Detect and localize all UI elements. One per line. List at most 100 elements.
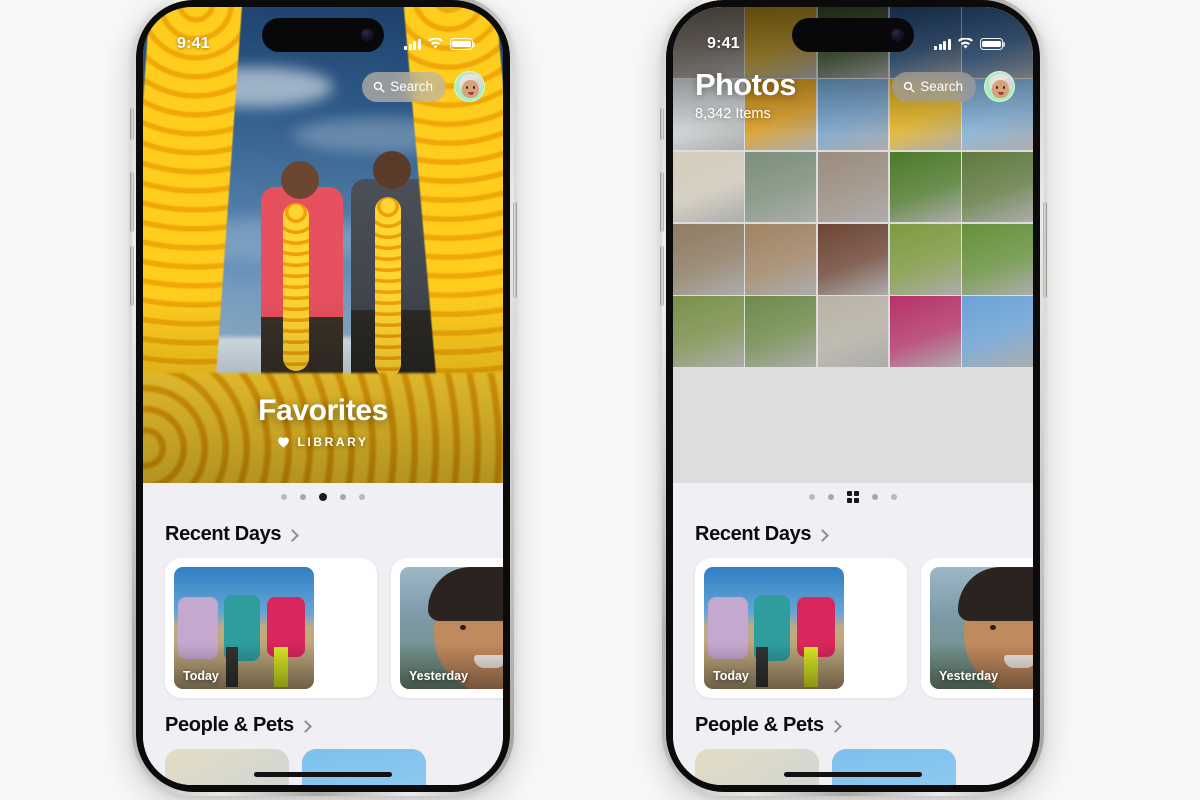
- page-dot[interactable]: [872, 494, 878, 500]
- page-dot-active-grid-icon[interactable]: [847, 491, 859, 503]
- volume-down-button[interactable]: [129, 246, 134, 306]
- section-header-recent-days[interactable]: Recent Days: [143, 511, 503, 546]
- page-dot[interactable]: [300, 494, 306, 500]
- page-dot[interactable]: [809, 494, 815, 500]
- card-strip-photo[interactable]: [319, 567, 368, 604]
- photo-grid-cell[interactable]: [745, 223, 817, 295]
- card-photo-strip[interactable]: [319, 567, 368, 689]
- photo-grid-cell[interactable]: [889, 151, 961, 223]
- hero-collection-label: LIBRARY: [143, 435, 503, 449]
- recent-days-carousel[interactable]: Today Yesterday: [143, 546, 503, 698]
- photo-grid-cell[interactable]: [745, 296, 817, 368]
- page-dot[interactable]: [359, 494, 365, 500]
- card-label: Yesterday: [409, 669, 469, 683]
- volume-up-button[interactable]: [659, 172, 664, 232]
- photo-grid-cell[interactable]: [673, 296, 744, 368]
- action-button[interactable]: [659, 108, 664, 140]
- page-dot-active[interactable]: [319, 493, 327, 501]
- section-header-people-pets[interactable]: People & Pets: [143, 698, 503, 737]
- avatar-face: [992, 80, 1009, 98]
- recent-day-card-today[interactable]: Today: [165, 558, 377, 698]
- photo-grid-cell[interactable]: [745, 151, 817, 223]
- avatar-face: [462, 80, 479, 98]
- card-label: Today: [713, 669, 749, 683]
- page-indicator[interactable]: [143, 483, 503, 511]
- photo-grid-cell[interactable]: [817, 223, 889, 295]
- dynamic-island: [262, 18, 384, 52]
- card-photo-strip[interactable]: [849, 567, 898, 689]
- card-strip-photo[interactable]: [849, 652, 898, 689]
- avatar-mouth: [998, 91, 1004, 95]
- power-button[interactable]: [1042, 202, 1047, 298]
- power-button[interactable]: [512, 202, 517, 298]
- photo-thumbnail: [745, 151, 817, 223]
- page-dot[interactable]: [281, 494, 287, 500]
- avatar[interactable]: [454, 71, 485, 102]
- photo-grid-cell[interactable]: [962, 296, 1033, 368]
- heart-icon: [278, 437, 290, 448]
- card-strip-photo[interactable]: [319, 609, 368, 646]
- photo-grid-cell[interactable]: [673, 223, 744, 295]
- avatar-eye: [466, 86, 469, 89]
- card-main-photo[interactable]: Today: [174, 567, 314, 689]
- top-controls: Photos 8,342 Items Search: [673, 63, 1033, 122]
- page-dot[interactable]: [891, 494, 897, 500]
- recent-day-card-today[interactable]: Today: [695, 558, 907, 698]
- photo-thumbnail: [962, 223, 1033, 295]
- section-header-people-pets[interactable]: People & Pets: [673, 698, 1033, 737]
- photo-grid-cell[interactable]: [889, 296, 961, 368]
- card-main-photo[interactable]: Yesterday: [400, 567, 503, 689]
- home-indicator[interactable]: [784, 772, 922, 777]
- page-indicator[interactable]: [673, 483, 1033, 511]
- phone-left-screen: Favorites LIBRARY 9:41 Search Recent Day…: [143, 7, 503, 785]
- photo-thumbnail: [745, 223, 817, 295]
- card-strip-photo[interactable]: [319, 652, 368, 689]
- card-strip-photo[interactable]: [849, 609, 898, 646]
- top-controls: Search: [143, 63, 503, 102]
- people-pets-tile[interactable]: [695, 749, 819, 785]
- people-pets-carousel[interactable]: [673, 737, 1033, 785]
- home-indicator[interactable]: [254, 772, 392, 777]
- avatar-eye: [1003, 86, 1006, 89]
- photo-grid-cell[interactable]: [962, 151, 1033, 223]
- recent-days-carousel[interactable]: Today Yesterday: [673, 546, 1033, 698]
- people-pets-tile[interactable]: [302, 749, 426, 785]
- search-icon: [374, 81, 385, 93]
- action-button[interactable]: [129, 108, 134, 140]
- photo-grid-cell[interactable]: [817, 296, 889, 368]
- avatar[interactable]: [984, 71, 1015, 102]
- avatar-eye: [996, 86, 999, 89]
- photo-grid-cell[interactable]: [889, 223, 961, 295]
- people-pets-carousel[interactable]: [143, 737, 503, 785]
- section-header-recent-days[interactable]: Recent Days: [673, 511, 1033, 546]
- hero-caption: Favorites LIBRARY: [143, 394, 503, 449]
- section-title: Recent Days: [165, 523, 282, 545]
- library-content-panel: Recent Days Today Yesterday People & Pet…: [143, 483, 503, 785]
- photo-thumbnail: [817, 151, 889, 223]
- card-strip-photo[interactable]: [849, 567, 898, 604]
- photo-grid-cell[interactable]: [673, 151, 744, 223]
- recent-day-card-yesterday[interactable]: Yesterday: [391, 558, 503, 698]
- volume-up-button[interactable]: [129, 172, 134, 232]
- volume-down-button[interactable]: [659, 246, 664, 306]
- people-pets-tile[interactable]: [832, 749, 956, 785]
- page-dot[interactable]: [340, 494, 346, 500]
- card-label: Yesterday: [939, 669, 999, 683]
- library-title-block: Photos 8,342 Items: [693, 68, 797, 121]
- photo-thumbnail: [673, 296, 744, 368]
- photo-thumbnail: [962, 296, 1033, 368]
- front-camera-icon: [361, 28, 374, 42]
- search-button[interactable]: Search: [362, 71, 446, 102]
- page-dot[interactable]: [828, 494, 834, 500]
- photo-grid-cell[interactable]: [962, 223, 1033, 295]
- library-content-panel: Recent Days Today Yesterday People & Pet…: [673, 483, 1033, 785]
- search-icon: [904, 81, 915, 93]
- card-main-photo[interactable]: Today: [704, 567, 844, 689]
- photo-thumbnail: [889, 223, 961, 295]
- card-main-photo[interactable]: Yesterday: [930, 567, 1033, 689]
- recent-day-card-yesterday[interactable]: Yesterday: [921, 558, 1033, 698]
- search-button[interactable]: Search: [892, 71, 976, 102]
- photo-thumbnail: [817, 223, 889, 295]
- people-pets-tile[interactable]: [165, 749, 289, 785]
- photo-grid-cell[interactable]: [817, 151, 889, 223]
